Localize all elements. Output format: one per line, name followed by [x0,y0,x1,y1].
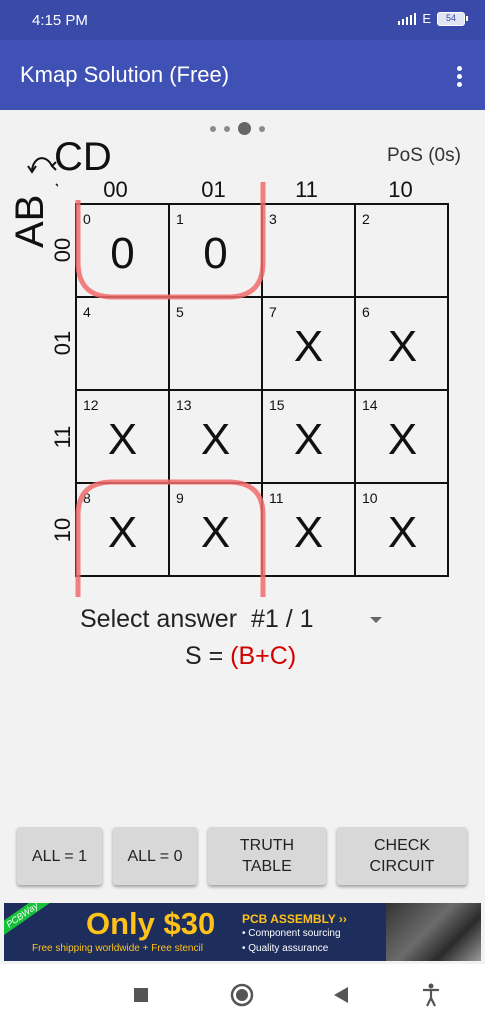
solution-expression: (B+C) [230,642,297,670]
dropdown-caret-icon[interactable] [370,617,382,623]
all-one-button[interactable]: ALL = 1 [17,827,102,885]
all-zero-button[interactable]: ALL = 0 [113,827,197,885]
home-circle-icon[interactable] [230,983,254,1007]
answer-selector[interactable]: Select answer #1 / 1 [80,605,314,634]
check-circuit-button[interactable]: CHECK CIRCUIT [337,827,467,885]
pcb-image [386,903,481,961]
group-loop-top [75,182,266,300]
solution-line: S = (B+C) [185,642,296,671]
recents-square-icon[interactable] [133,987,149,1003]
ad-line: • Quality assurance [242,943,329,954]
group-loop-bottom [75,479,266,597]
ad-headline: Only $30 [86,906,216,941]
solution-prefix: S = [185,642,231,670]
back-triangle-icon[interactable] [333,986,349,1004]
truth-table-button[interactable]: TRUTH TABLE [208,827,326,885]
ad-subline: Free shipping worldwide + Free stencil [32,943,203,954]
ad-banner[interactable]: PCBWay Only $30 Free shipping worldwide … [4,903,481,961]
accessibility-icon[interactable] [421,983,441,1007]
answer-select-label: Select answer [80,605,238,633]
app-root: 4:15 PM E 54 Kmap Solution (Free) PoS (0… [0,0,485,1024]
ad-brand: PCBWay [4,903,52,939]
nav-bar [0,964,485,1024]
answer-selected-value: #1 / 1 [250,605,314,633]
ad-line: • Component sourcing [242,928,341,939]
ad-title: PCB ASSEMBLY ›› [242,912,347,926]
